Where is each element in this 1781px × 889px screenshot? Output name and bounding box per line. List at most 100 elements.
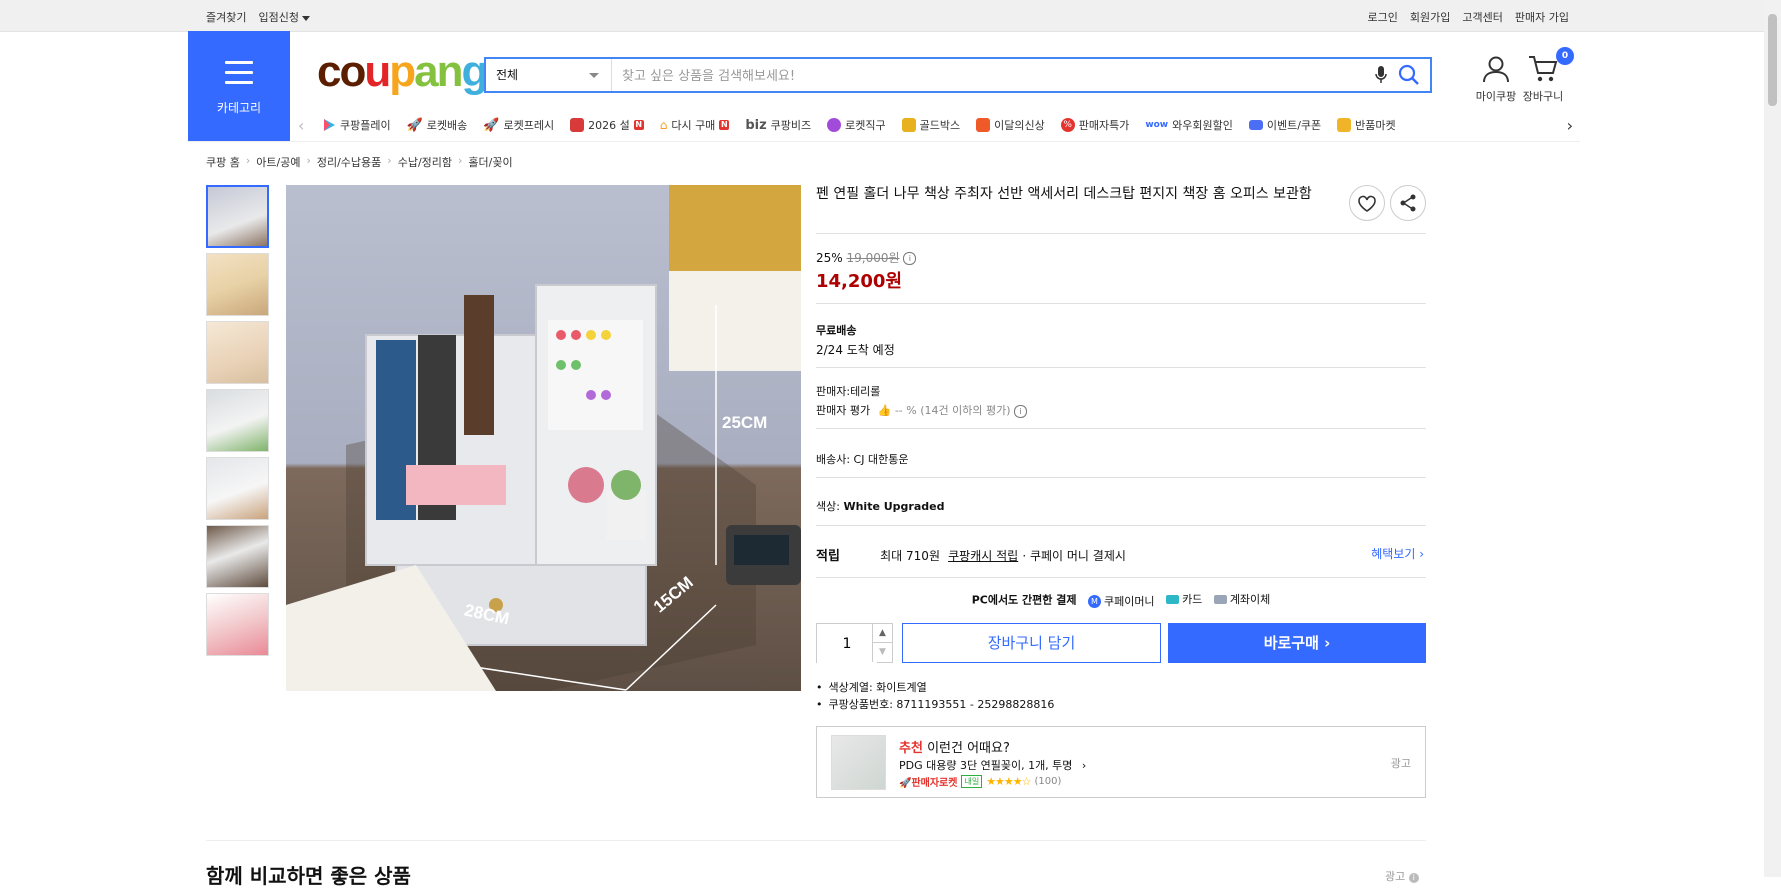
chevron-down-icon xyxy=(589,73,599,78)
signup-link[interactable]: 회원가입 xyxy=(1410,9,1450,25)
microphone-icon[interactable] xyxy=(1374,65,1388,88)
breadcrumb-item[interactable]: 홀더/꽂이 xyxy=(468,154,512,170)
thumbnail[interactable] xyxy=(206,457,269,520)
biz-icon: biz xyxy=(745,117,767,133)
seller-name[interactable]: 판매자:테리롤 xyxy=(816,383,880,399)
catnav-coupangplay[interactable]: 쿠팡플레이 xyxy=(322,117,391,133)
gift-box-icon xyxy=(570,118,585,132)
recommendation-image[interactable] xyxy=(831,735,886,790)
info-icon[interactable]: i xyxy=(903,252,917,265)
quantity-input[interactable] xyxy=(817,624,877,664)
thumbnail[interactable] xyxy=(206,525,269,588)
page-scrollbar[interactable] xyxy=(1764,0,1781,877)
reward-row: 적립 최대 710원 쿠팡캐시 적립 · 쿠페이 머니 결제시 혜택보기 › xyxy=(816,545,1426,564)
house-icon: ⌂ xyxy=(659,118,668,132)
breadcrumb-item[interactable]: 수납/정리함 xyxy=(398,154,452,170)
card-option: 카드 xyxy=(1166,591,1202,607)
cart-button[interactable]: 0 장바구니 xyxy=(1518,47,1574,104)
add-to-cart-button[interactable]: 장바구니 담기 xyxy=(902,623,1161,663)
category-button[interactable]: 카테고리 xyxy=(188,31,290,141)
card-icon xyxy=(1166,594,1180,604)
thumbnail[interactable] xyxy=(206,185,269,248)
thumbnail[interactable] xyxy=(206,389,269,452)
benefit-link[interactable]: 혜택보기 › xyxy=(1371,545,1424,562)
catnav-label: 골드박스 xyxy=(919,119,961,132)
header-divider xyxy=(188,141,1580,142)
catnav-events-coupons[interactable]: 이벤트/쿠폰 xyxy=(1248,117,1321,133)
vendor-apply-link[interactable]: 입점신청 xyxy=(258,9,310,25)
pay-method-label: 쿠페이머니 xyxy=(1103,595,1155,608)
breadcrumb-item[interactable]: 쿠팡 홈 xyxy=(206,154,240,170)
info-icon[interactable]: i xyxy=(1408,873,1419,883)
quantity-decrease-icon[interactable]: ▼ xyxy=(872,643,892,662)
seller-rating: 판매자 평가 👍 -- % (14건 이하의 평가) i xyxy=(816,402,1027,418)
catnav-lunar-new-year[interactable]: 2026 설N xyxy=(570,117,644,133)
breadcrumb-item[interactable]: 정리/수납용품 xyxy=(317,154,381,170)
seller-signup-link[interactable]: 판매자 가입 xyxy=(1515,9,1569,25)
recommendation-name-text: PDG 대용량 3단 연필꽂이, 1개, 투명 xyxy=(899,759,1073,772)
info-icon[interactable]: i xyxy=(1014,404,1027,418)
thumbnail[interactable] xyxy=(206,253,269,316)
color-option[interactable]: 색상: White Upgraded xyxy=(816,498,944,514)
reward-text: 최대 710원 xyxy=(880,549,940,563)
recommendation-title: 추천 이런건 어때요? xyxy=(899,737,1010,756)
recommendation-card[interactable]: 추천 이런건 어때요? PDG 대용량 3단 연필꽂이, 1개, 투명 › 🚀판… xyxy=(816,726,1426,798)
color-value: White Upgraded xyxy=(843,500,945,513)
chevron-right-icon[interactable]: › xyxy=(1567,117,1573,135)
chevron-right-icon: › xyxy=(458,154,463,167)
search-category-select[interactable]: 전체 xyxy=(486,59,612,91)
category-label: 카테고리 xyxy=(216,101,262,115)
catnav-rebuy[interactable]: ⌂ 다시 구매 N xyxy=(660,117,730,133)
catnav-new-arrivals[interactable]: 이달의신상 xyxy=(976,117,1045,133)
benefit-link-label: 혜택보기 xyxy=(1371,547,1416,561)
catnav-wow-discount[interactable]: wow 와우회원할인 xyxy=(1145,117,1233,133)
recommendation-meta: 🚀판매자로켓 내일 ★★★★☆ (100) xyxy=(899,774,1061,789)
cart-count-badge: 0 xyxy=(1556,47,1574,65)
breadcrumb-item[interactable]: 아트/공예 xyxy=(256,154,300,170)
catnav-rocket-fresh[interactable]: 🚀 로켓프레시 xyxy=(483,117,554,133)
catnav-coupang-biz[interactable]: biz 쿠팡비즈 xyxy=(745,117,811,133)
thumbnail[interactable] xyxy=(206,593,269,656)
attribute-color-family: 색상계열: 화이트계열 xyxy=(816,679,1054,696)
search-icon[interactable] xyxy=(1398,64,1420,89)
original-price: 19,000원 xyxy=(846,251,900,265)
catnav-label: 로켓직구 xyxy=(845,119,886,132)
buy-now-label: 바로구매 xyxy=(1263,634,1319,652)
coupang-logo[interactable]: coupang xyxy=(317,50,488,94)
search-input[interactable] xyxy=(620,63,1364,89)
divider xyxy=(816,477,1426,478)
buy-now-button[interactable]: 바로구매 › xyxy=(1168,623,1426,663)
ad-label: 광고 xyxy=(1390,757,1411,770)
catnav-goldbox[interactable]: 골드박스 xyxy=(901,117,961,133)
discount-row: 25% 19,000원 i xyxy=(816,249,917,266)
catnav-rocket-direct[interactable]: 로켓직구 xyxy=(827,117,886,133)
pay-method-label: 카드 xyxy=(1182,593,1203,606)
favorites-link[interactable]: 즐겨찾기 xyxy=(206,9,246,25)
recommendation-name[interactable]: PDG 대용량 3단 연필꽂이, 1개, 투명 › xyxy=(899,757,1086,773)
thumbnail[interactable] xyxy=(206,321,269,384)
chevron-left-icon[interactable]: ‹ xyxy=(298,117,304,135)
share-icon xyxy=(1400,194,1416,212)
login-link[interactable]: 로그인 xyxy=(1368,9,1398,25)
catnav-label: 쿠팡플레이 xyxy=(340,119,391,132)
customer-center-link[interactable]: 고객센터 xyxy=(1462,9,1502,25)
quantity-increase-icon[interactable]: ▲ xyxy=(872,624,892,643)
attribute-product-no: 쿠팡상품번호: 8711193551 - 25298828816 xyxy=(816,696,1055,713)
percent-icon: % xyxy=(1060,118,1075,132)
coupay-money-option: M 쿠페이머니 xyxy=(1087,593,1155,609)
seller-rocket-label: 판매자로켓 xyxy=(911,778,958,789)
product-main-image[interactable]: 25CM 28CM 15CM xyxy=(286,185,801,691)
shopping-bag-icon xyxy=(976,118,991,132)
wishlist-button[interactable] xyxy=(1349,185,1385,221)
catnav-rocket-delivery[interactable]: 🚀 로켓배송 xyxy=(407,117,468,133)
catnav-return-market[interactable]: 반품마켓 xyxy=(1337,117,1396,133)
catnav-label: 이달의신상 xyxy=(994,119,1045,132)
catnav-label: 와우회원할인 xyxy=(1172,119,1233,132)
catnav-seller-deals[interactable]: % 판매자특가 xyxy=(1060,117,1129,133)
chevron-right-icon: › xyxy=(245,154,251,167)
section-title: 함께 비교하면 좋은 상품 xyxy=(206,864,411,888)
coupang-cash-link[interactable]: 쿠팡캐시 적립 xyxy=(948,549,1018,563)
share-button[interactable] xyxy=(1390,185,1426,221)
scrollbar-thumb[interactable] xyxy=(1768,14,1777,106)
seller-rating-label: 판매자 평가 xyxy=(816,404,871,417)
